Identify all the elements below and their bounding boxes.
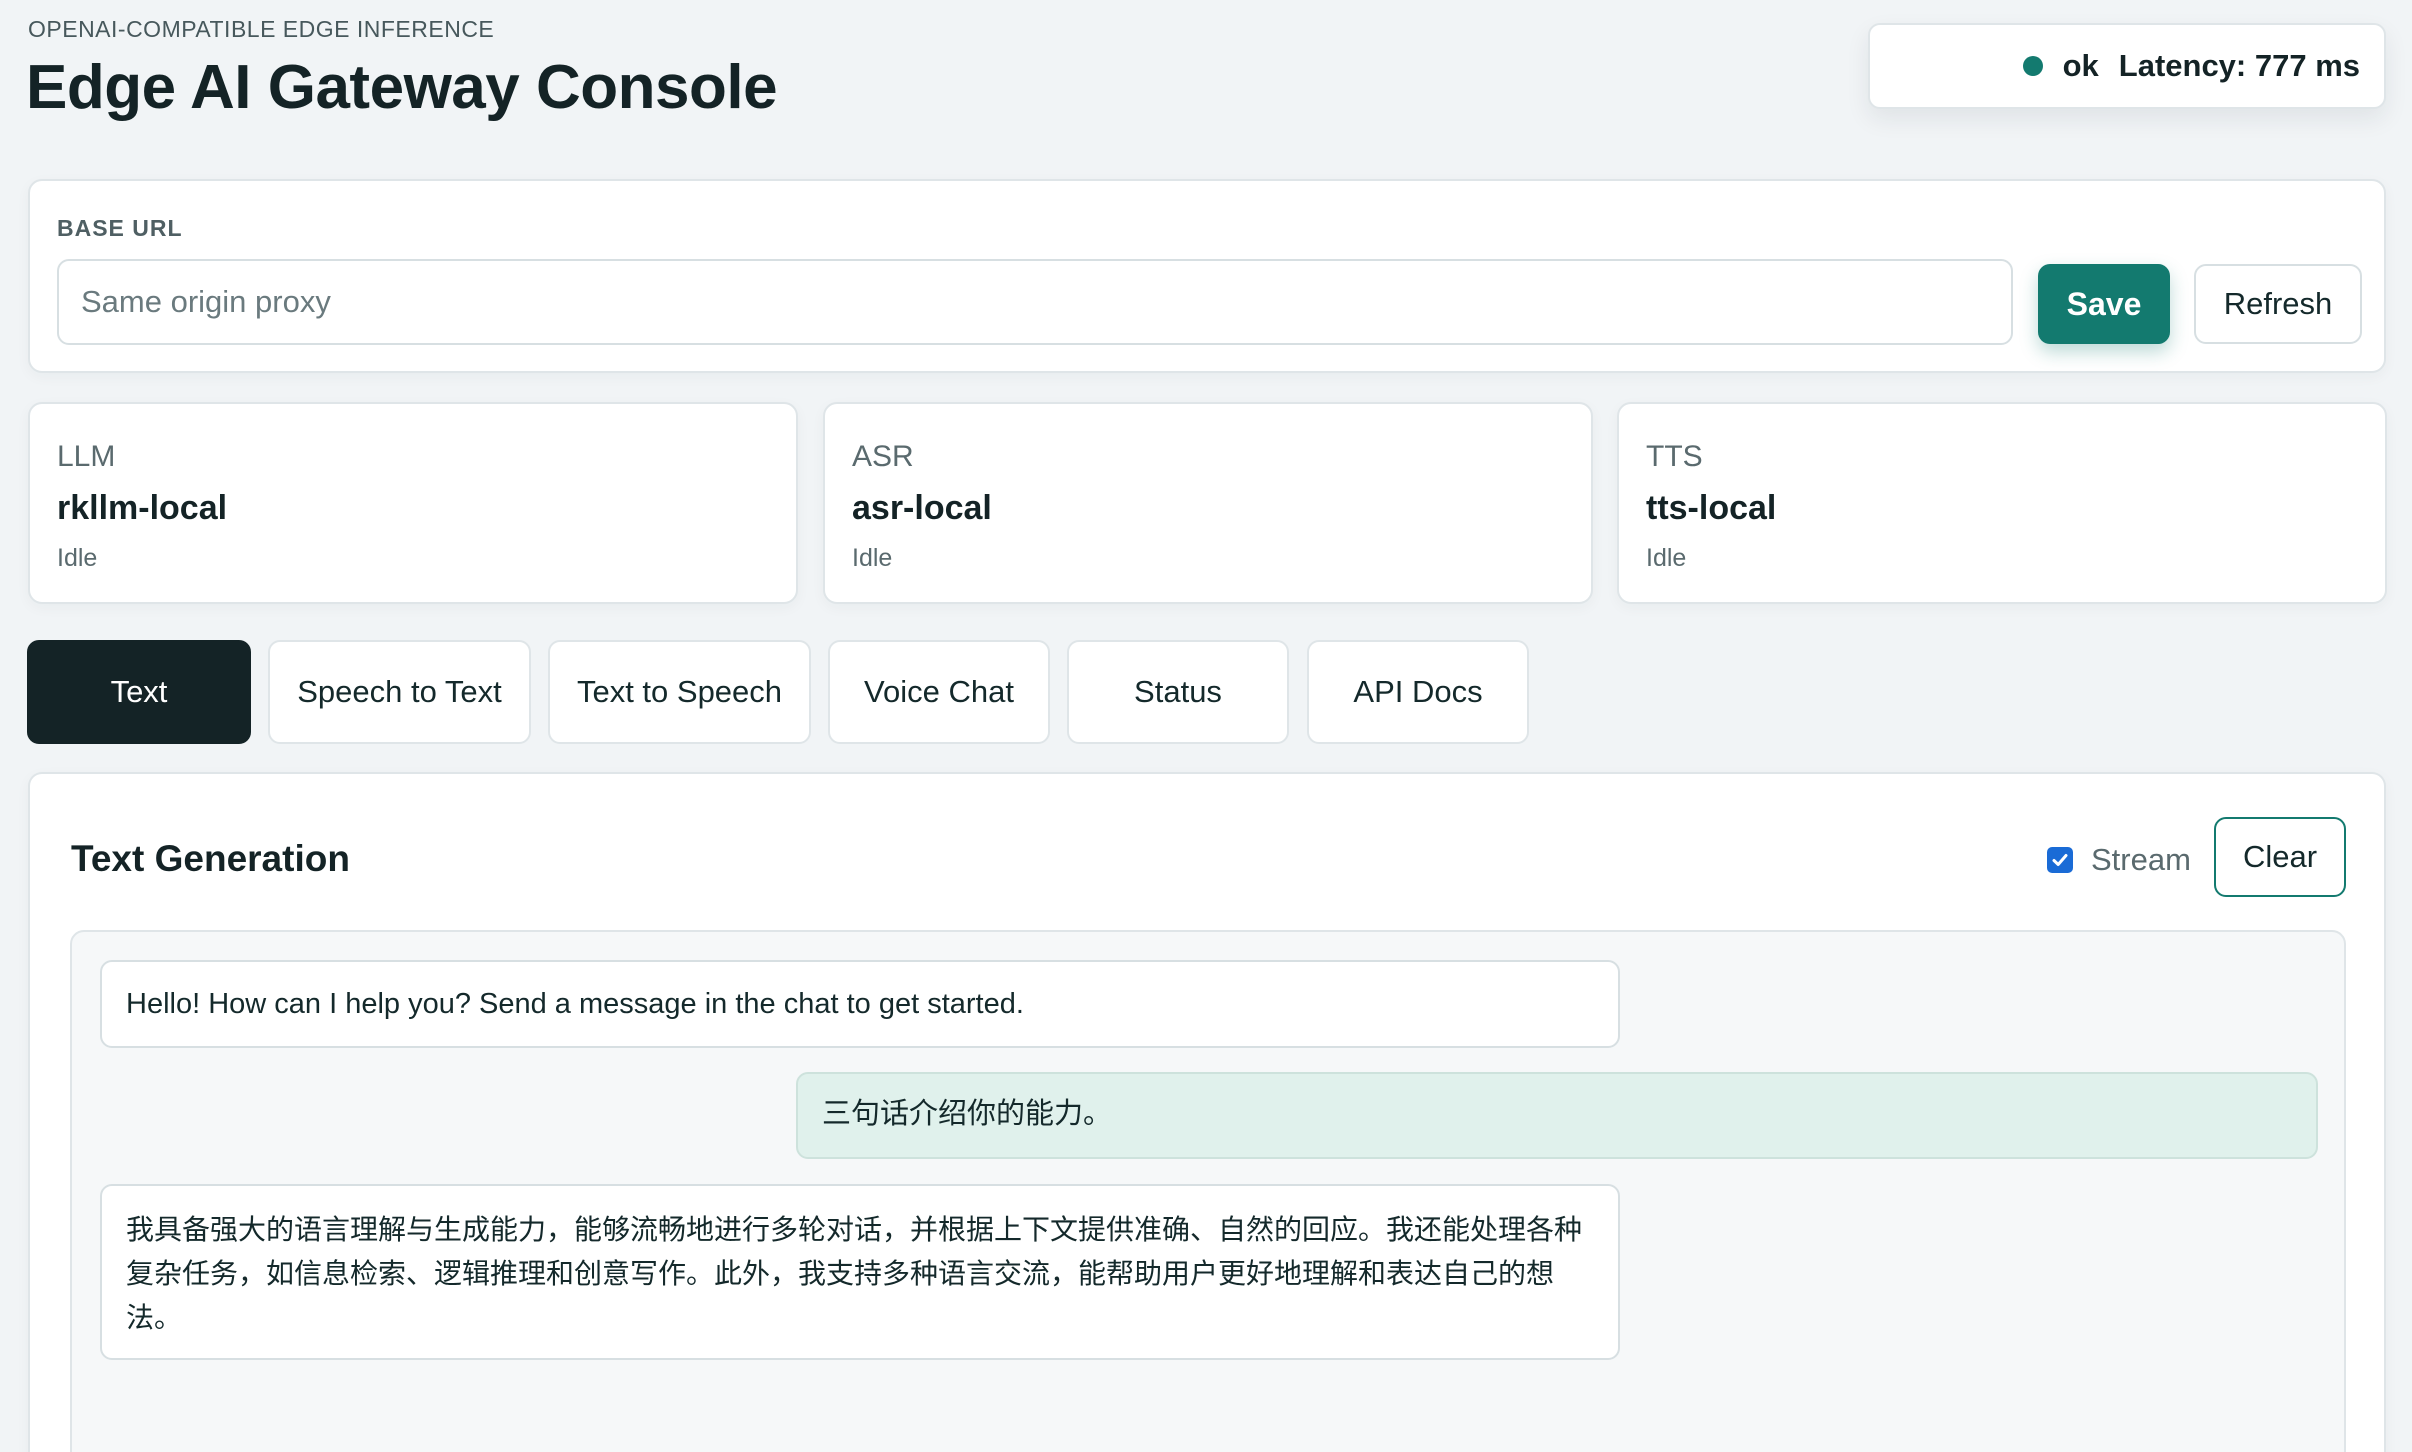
base-url-label: BASE URL [57,215,183,241]
clear-button[interactable]: Clear [2214,817,2346,897]
assistant-message: 我具备强大的语言理解与生成能力，能够流畅地进行多轮对话，并根据上下文提供准确、自… [100,1184,1620,1360]
chat-log[interactable]: Hello! How can I help you? Send a messag… [70,930,2346,1452]
tab-voice-chat[interactable]: Voice Chat [828,640,1050,744]
tab-text-to-speech[interactable]: Text to Speech [548,640,811,744]
model-card-asr: ASR asr-local Idle [823,402,1593,604]
model-kind-label: TTS [1646,440,1703,473]
model-name: tts-local [1646,489,1777,527]
page-eyebrow: OPENAI-COMPATIBLE EDGE INFERENCE [28,16,495,42]
tab-status[interactable]: Status [1067,640,1289,744]
panel-title: Text Generation [71,838,350,879]
model-name: rkllm-local [57,489,228,527]
status-dot-icon [2022,56,2043,76]
base-url-input[interactable] [57,259,2013,345]
stream-toggle[interactable]: Stream [2047,840,2191,880]
tab-speech-to-text[interactable]: Speech to Text [268,640,531,744]
model-state: Idle [57,544,98,572]
text-generation-panel: Text Generation Stream Clear Hello! How … [28,772,2386,1452]
base-url-card: BASE URL Save Refresh [28,179,2386,373]
model-state: Idle [1646,544,1687,572]
page-title: Edge AI Gateway Console [26,53,778,122]
assistant-message: Hello! How can I help you? Send a messag… [100,960,1620,1048]
model-state: Idle [852,544,893,572]
checkmark-icon [2052,854,2068,866]
save-button[interactable]: Save [2038,264,2170,344]
status-indicator: ok Latency: 777 ms [1868,23,2386,109]
model-card-tts: TTS tts-local Idle [1617,402,2387,604]
refresh-button[interactable]: Refresh [2194,264,2362,344]
latency-text: Latency: 777 ms [2118,48,2360,83]
stream-checkbox[interactable] [2047,847,2073,873]
model-kind-label: LLM [57,440,116,473]
tab-api-docs[interactable]: API Docs [1307,640,1529,744]
tab-text[interactable]: Text [27,640,251,744]
console-page: OPENAI-COMPATIBLE EDGE INFERENCE Edge AI… [0,0,2412,1452]
model-kind-label: ASR [852,440,914,473]
user-message: 三句话介绍你的能力。 [796,1072,2318,1159]
stream-label: Stream [2091,842,2191,877]
model-name: asr-local [852,489,992,527]
model-card-llm: LLM rkllm-local Idle [28,402,798,604]
status-text: ok [2062,48,2099,83]
